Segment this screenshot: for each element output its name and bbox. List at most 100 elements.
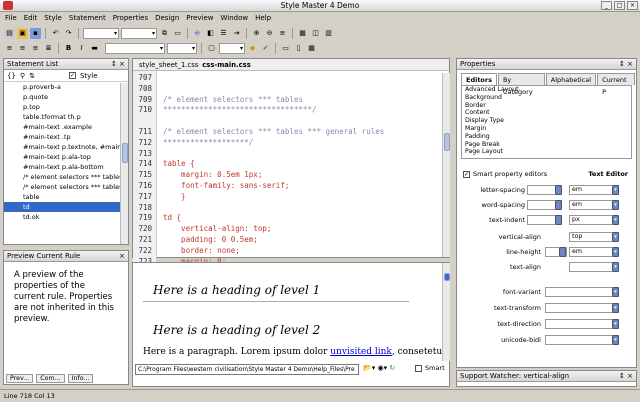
spinner-button[interactable] xyxy=(555,215,562,225)
preview-link[interactable]: unvisited link xyxy=(330,347,392,357)
spinner-button[interactable] xyxy=(559,247,566,257)
brace-icon[interactable]: {} xyxy=(7,72,16,80)
value-select-button[interactable]: ▾ xyxy=(612,287,619,297)
statement-item[interactable]: table xyxy=(4,192,128,202)
font-combo[interactable] xyxy=(83,27,119,39)
category-item[interactable]: Margin xyxy=(462,125,631,133)
value-select-button[interactable]: ▾ xyxy=(612,303,619,313)
value-select-button[interactable]: ▾ xyxy=(612,232,619,242)
value-select[interactable] xyxy=(545,303,619,313)
menu-item-window[interactable]: Window xyxy=(221,13,249,24)
code-icon[interactable]: ≡ xyxy=(277,28,288,39)
paste-icon[interactable]: ▭ xyxy=(172,28,183,39)
link-icon[interactable]: ⎆ xyxy=(192,28,203,39)
justify-icon[interactable]: ≣ xyxy=(43,43,54,54)
statement-item[interactable]: /* element selectors *** tables ** xyxy=(4,172,128,182)
panel-close-icon[interactable]: × xyxy=(119,251,125,262)
category-list[interactable]: Advanced Layout Background Border Content Di… xyxy=(461,85,632,159)
align-left-icon[interactable]: ≡ xyxy=(4,43,15,54)
zoom-in-icon[interactable]: ⊕ xyxy=(251,28,262,39)
statement-item[interactable]: table.tformat th.p xyxy=(4,112,128,122)
new-file-icon[interactable]: ▤ xyxy=(4,27,15,39)
copy-icon[interactable]: ⧉ xyxy=(159,28,170,39)
value-select-button[interactable]: ▾ xyxy=(612,247,619,257)
preview-nav-icons[interactable]: 📂▾ ◉▾ ↻ xyxy=(363,364,395,372)
format-icon[interactable]: ◧ xyxy=(205,28,216,39)
preview-tab[interactable]: Com... xyxy=(36,374,65,383)
unit-select-button[interactable]: ▾ xyxy=(612,200,619,210)
category-item[interactable]: Page Break xyxy=(462,141,631,149)
grid-icon[interactable]: ▦ xyxy=(306,43,317,54)
editor-tab[interactable]: css-main.css xyxy=(202,59,250,70)
statement-item[interactable]: p.top xyxy=(4,102,128,112)
properties-tab[interactable]: By Category xyxy=(497,73,545,96)
font-size-combo[interactable] xyxy=(167,42,197,54)
preview-tab[interactable]: Info... xyxy=(67,374,94,383)
size-combo[interactable] xyxy=(121,27,157,39)
value-select-button[interactable]: ▾ xyxy=(612,319,619,329)
split-icon[interactable]: ◫ xyxy=(310,28,321,39)
menu-item-file[interactable]: File xyxy=(5,13,17,24)
statement-item[interactable]: /* element selectors *** tables ** xyxy=(4,182,128,192)
browser-icon[interactable]: ▥ xyxy=(323,28,334,39)
properties-tab[interactable]: Current P xyxy=(597,73,635,96)
value-select[interactable] xyxy=(545,319,619,329)
statement-item[interactable]: #main-text .tp xyxy=(4,132,128,142)
preview-path-field[interactable]: C:\Program Files\western civilisation\St… xyxy=(135,364,359,375)
text-color-icon[interactable]: ▬ xyxy=(89,43,100,54)
panel-controls-icon[interactable]: ↕ × xyxy=(619,371,633,382)
statement-item[interactable]: #main-text p.ala-bottom xyxy=(4,162,128,172)
spinner-button[interactable] xyxy=(555,200,562,210)
unit-select-button[interactable]: ▾ xyxy=(612,215,619,225)
smart-editors-checkbox[interactable]: ✓ xyxy=(463,171,470,178)
color-picker-icon[interactable]: ◆ xyxy=(247,43,258,54)
menu-item-style[interactable]: Style xyxy=(44,13,62,24)
box-icon[interactable]: ▭ xyxy=(280,43,291,54)
menu-item-statement[interactable]: Statement xyxy=(69,13,106,24)
sort-icon[interactable]: ⇅ xyxy=(29,72,35,80)
smart-checkbox[interactable] xyxy=(415,365,422,372)
style-checkbox[interactable]: ✓ xyxy=(68,72,76,79)
filter-icon[interactable]: ⚲ xyxy=(20,72,25,80)
preview-scrollbar[interactable] xyxy=(442,263,450,361)
statement-item[interactable]: td.ok xyxy=(4,212,128,222)
panel-close-icon[interactable]: ↕ × xyxy=(619,59,633,70)
editor-tab[interactable]: style_sheet_1.css xyxy=(139,59,198,70)
border-icon[interactable]: ▢ xyxy=(206,43,217,54)
italic-icon[interactable]: I xyxy=(76,43,87,54)
indent-icon[interactable]: ⇥ xyxy=(231,28,242,39)
minimize-button[interactable]: _ xyxy=(601,1,612,10)
value-select-button[interactable]: ▾ xyxy=(612,335,619,345)
check-icon[interactable]: ✔ xyxy=(260,43,271,54)
category-item[interactable]: Padding xyxy=(462,133,631,141)
align-center-icon[interactable]: ≡ xyxy=(17,43,28,54)
category-item[interactable]: Border xyxy=(462,102,631,110)
unit-select-button[interactable]: ▾ xyxy=(612,185,619,195)
undo-icon[interactable]: ↶ xyxy=(50,28,61,39)
spinner-button[interactable] xyxy=(555,185,562,195)
open-folder-icon[interactable]: ▣ xyxy=(17,27,28,39)
properties-tab[interactable]: Editors xyxy=(461,73,497,85)
zoom-out-icon[interactable]: ⊖ xyxy=(264,28,275,39)
preview-icon[interactable]: ▦ xyxy=(297,28,308,39)
statement-item[interactable]: #main-text .example xyxy=(4,122,128,132)
menu-item-preview[interactable]: Preview xyxy=(186,13,213,24)
close-button[interactable]: × xyxy=(627,1,638,10)
statement-item[interactable]: #main-text p.ala-top xyxy=(4,152,128,162)
box-alt-icon[interactable]: ▯ xyxy=(293,43,304,54)
value-select[interactable] xyxy=(545,335,619,345)
statement-item[interactable]: #main-text p.textnote, #main-tex xyxy=(4,142,128,152)
menu-item-properties[interactable]: Properties xyxy=(113,13,148,24)
menu-item-help[interactable]: Help xyxy=(255,13,271,24)
category-item[interactable]: Display Type xyxy=(462,117,631,125)
list-icon[interactable]: ☰ xyxy=(218,28,229,39)
category-item[interactable]: Page Layout xyxy=(462,148,631,156)
redo-icon[interactable]: ↷ xyxy=(63,28,74,39)
menu-item-design[interactable]: Design xyxy=(155,13,179,24)
statement-item[interactable]: p.quote xyxy=(4,92,128,102)
statement-item[interactable]: td xyxy=(4,202,128,212)
css-editor[interactable]: style_sheet_1.css css-main.css 707 708 709 7… xyxy=(132,58,450,279)
align-right-icon[interactable]: ≡ xyxy=(30,43,41,54)
value-select-button[interactable]: ▾ xyxy=(612,262,619,272)
maximize-button[interactable]: □ xyxy=(614,1,625,10)
